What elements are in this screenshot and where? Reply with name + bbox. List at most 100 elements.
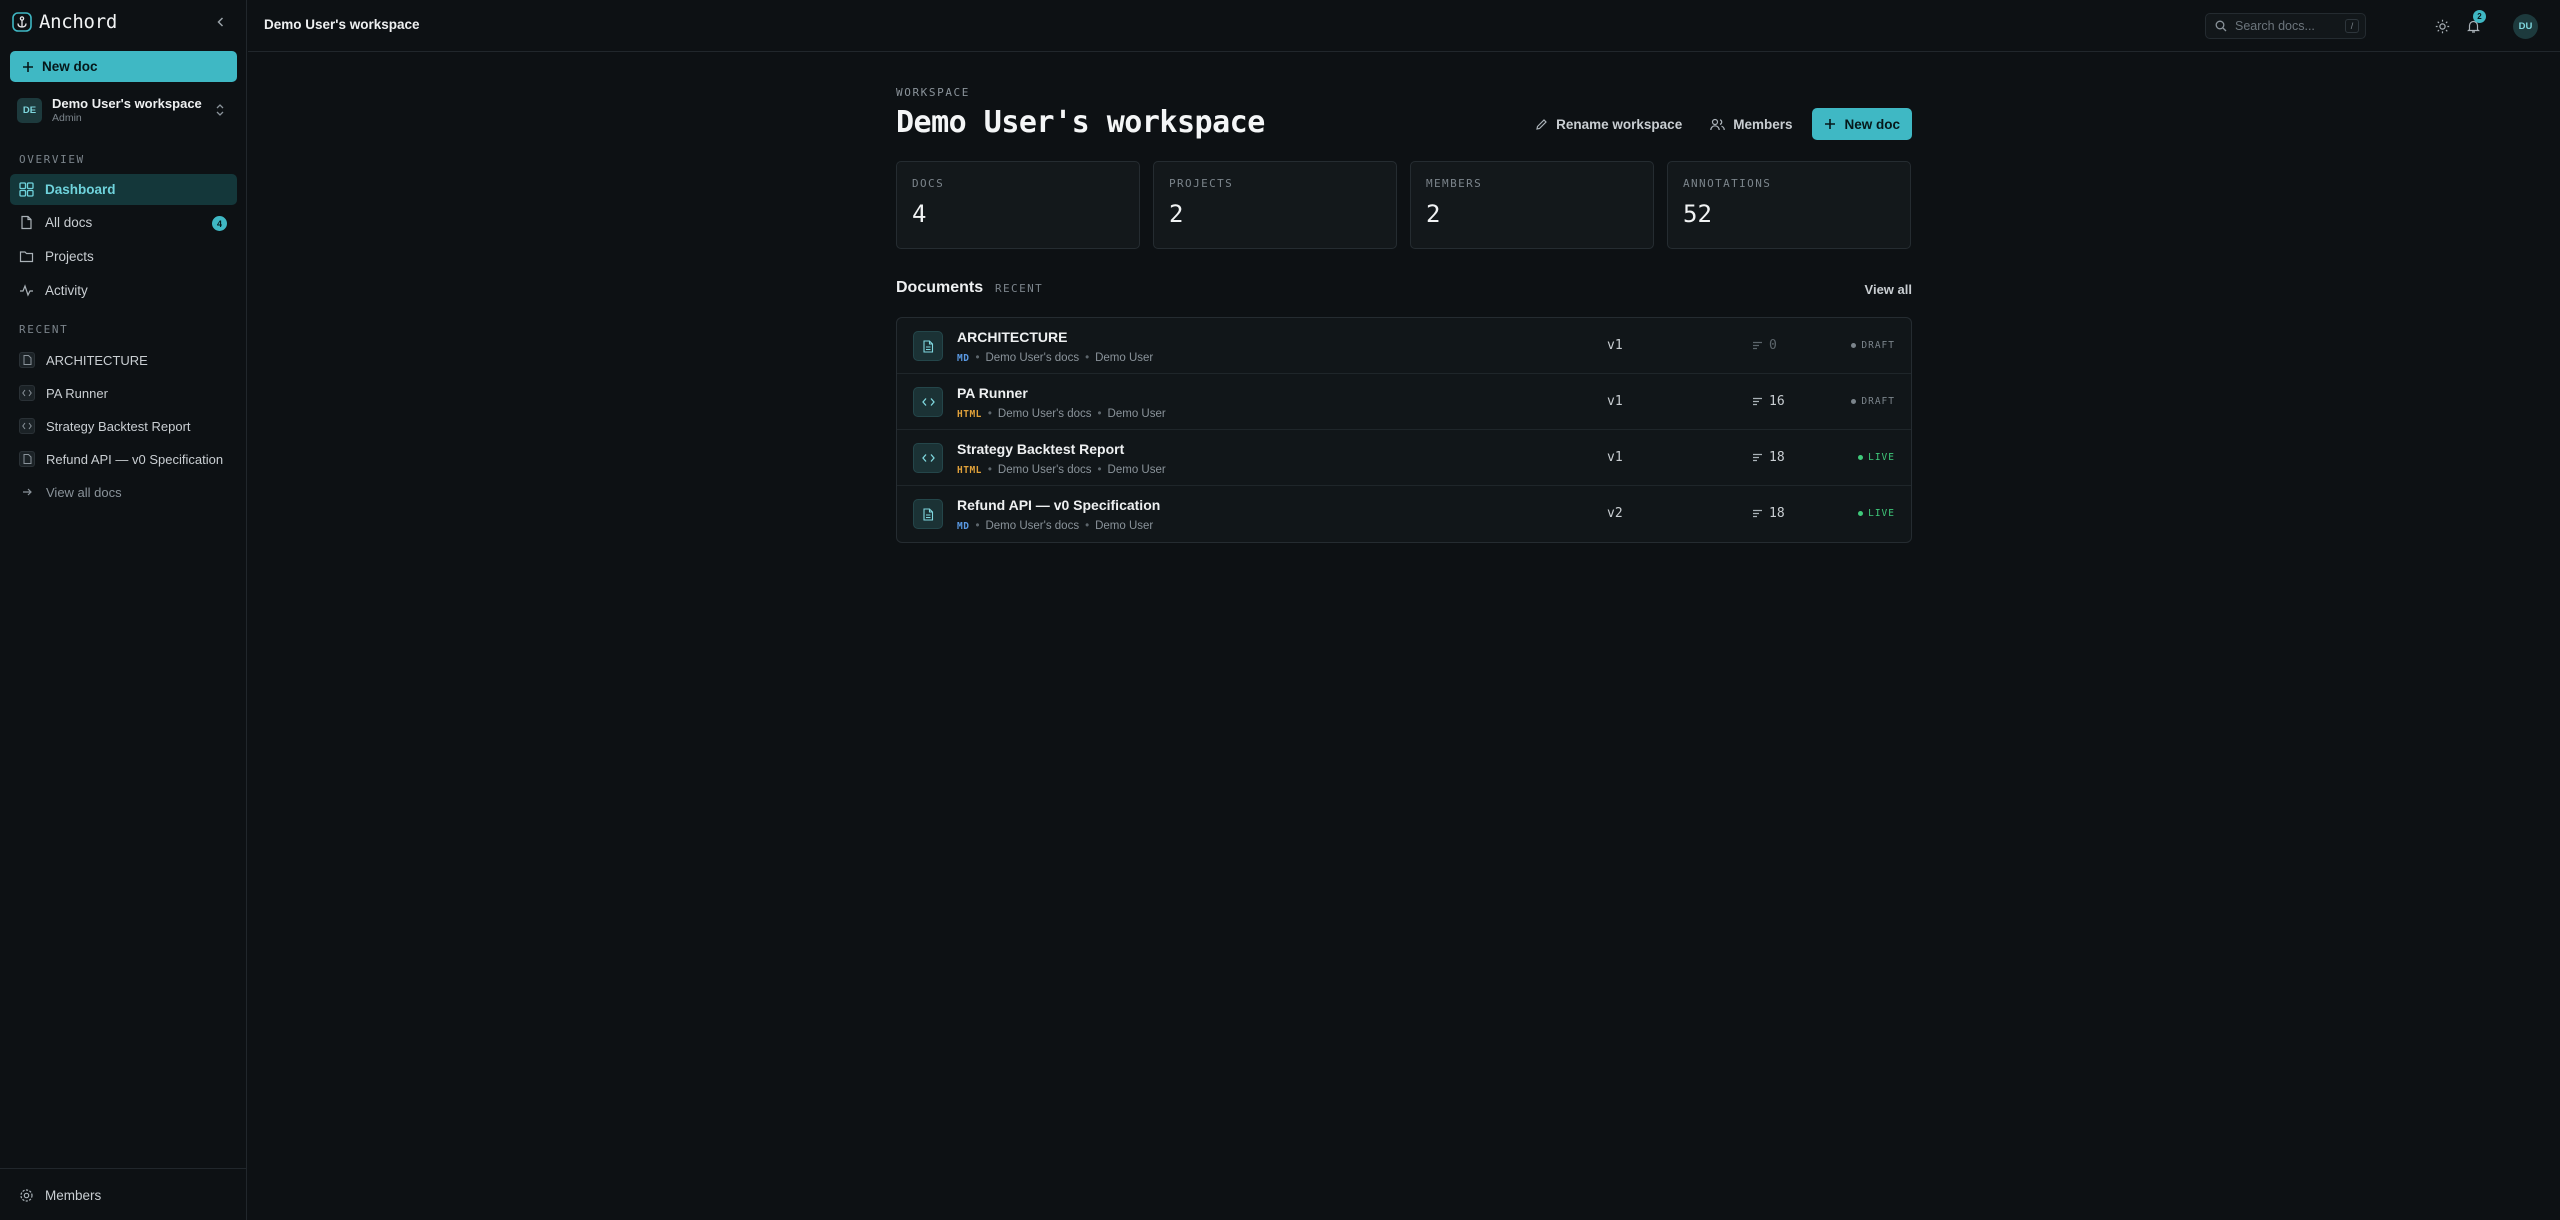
view-all-docs-label: View all docs [46, 484, 122, 500]
document-collection: Demo User's docs [997, 408, 1092, 420]
document-version: v2 [1607, 506, 1623, 521]
status-label: DRAFT [1861, 396, 1895, 407]
recent-item-pa-runner[interactable]: PA Runner [10, 379, 237, 407]
sidebar: Anchord New doc DE Demo User's workspace… [0, 0, 247, 1220]
status-label: LIVE [1868, 508, 1895, 519]
user-avatar[interactable]: DU [2513, 14, 2538, 39]
sidebar-item-members[interactable]: Members [10, 1180, 237, 1211]
sidebar-item-all-docs[interactable]: All docs 4 [10, 207, 237, 238]
plus-icon [1825, 119, 1836, 129]
separator-dot: • [1085, 352, 1090, 364]
grid-icon [19, 182, 34, 197]
document-annotations: 0 [1752, 338, 1777, 353]
search-box[interactable]: / [2205, 13, 2366, 39]
code-icon [913, 387, 943, 417]
document-name: ARCHITECTURE [957, 329, 1068, 345]
rename-workspace-button[interactable]: Rename workspace [1527, 108, 1690, 140]
notifications-button[interactable]: 2 [2463, 10, 2486, 36]
breadcrumb: Demo User's workspace [264, 17, 420, 32]
document-row-architecture[interactable]: ARCHITECTURE MD • Demo User's docs • Dem… [897, 318, 1911, 374]
code-icon [19, 418, 35, 434]
document-name: Refund API — v0 Specification [957, 497, 1161, 513]
sidebar-item-label: All docs [45, 215, 93, 230]
topbar: Demo User's workspace / 2 DU [248, 0, 2560, 52]
search-input[interactable] [2235, 19, 2345, 33]
page-title: Demo User's workspace [896, 105, 1265, 140]
stat-label: ANNOTATIONS [1683, 177, 1772, 190]
annotation-count: 18 [1769, 450, 1785, 465]
members-button[interactable]: Members [1702, 108, 1800, 140]
page-eyebrow: WORKSPACE [896, 86, 971, 99]
all-docs-count-badge: 4 [212, 216, 227, 231]
sidebar-item-label: Projects [45, 249, 94, 264]
search-icon [2215, 20, 2227, 32]
stat-card-annotations: ANNOTATIONS 52 [1667, 161, 1911, 249]
document-collection: Demo User's docs [985, 520, 1080, 532]
sidebar-item-activity[interactable]: Activity [10, 275, 237, 306]
recent-item-strategy-backtest-report[interactable]: Strategy Backtest Report [10, 412, 237, 440]
rename-workspace-label: Rename workspace [1556, 116, 1683, 132]
sidebar-item-label: Activity [45, 283, 88, 298]
brand[interactable]: Anchord [12, 10, 117, 34]
new-doc-main-label: New doc [1844, 116, 1900, 132]
new-doc-button[interactable]: New doc [10, 51, 237, 82]
sidebar-item-label: Members [45, 1188, 102, 1203]
status-dot [1851, 343, 1857, 348]
document-meta: MD • Demo User's docs • Demo User [957, 520, 1153, 532]
document-format-badge: MD [957, 352, 970, 364]
separator-dot: • [975, 352, 980, 364]
plus-icon [23, 61, 33, 72]
collapse-sidebar-button[interactable] [212, 13, 230, 31]
theme-toggle-button[interactable] [2432, 16, 2452, 36]
code-icon [913, 443, 943, 473]
annotation-lines-icon [1753, 341, 1762, 350]
chevrons-up-down-icon [216, 104, 224, 116]
document-row-strategy-backtest-report[interactable]: Strategy Backtest Report HTML • Demo Use… [897, 430, 1911, 486]
recent-item-label: Strategy Backtest Report [46, 418, 191, 434]
documents-subtitle: RECENT [995, 282, 1044, 295]
workspace-switcher[interactable]: DE Demo User's workspace Admin [10, 92, 237, 128]
activity-icon [20, 284, 33, 297]
sun-icon [2435, 19, 2449, 33]
annotation-lines-icon [1753, 453, 1762, 462]
document-row-pa-runner[interactable]: PA Runner HTML • Demo User's docs • Demo… [897, 374, 1911, 430]
recent-item-refund-api[interactable]: Refund API — v0 Specification [10, 445, 237, 473]
header-actions: Rename workspace Members New doc [1527, 108, 1912, 140]
recent-item-architecture[interactable]: ARCHITECTURE [10, 346, 237, 374]
pencil-icon [1536, 118, 1547, 130]
workspace-name: Demo User's workspace [52, 96, 202, 111]
members-label: Members [1733, 116, 1793, 132]
sidebar-item-dashboard[interactable]: Dashboard [10, 174, 237, 205]
document-format-badge: HTML [957, 464, 982, 476]
new-doc-main-button[interactable]: New doc [1812, 108, 1912, 140]
document-row-refund-api-v0-specification[interactable]: Refund API — v0 Specification MD • Demo … [897, 486, 1911, 542]
recent-heading: RECENT [19, 323, 69, 336]
document-author: Demo User [1107, 408, 1166, 420]
recent-item-label: PA Runner [46, 385, 108, 401]
view-all-docs-link[interactable]: View all docs [10, 478, 237, 506]
status-badge: LIVE [1858, 508, 1895, 519]
workspace-avatar: DE [17, 97, 42, 123]
annotation-count: 0 [1769, 338, 1777, 353]
view-all-link[interactable]: View all [1865, 282, 1912, 297]
separator-dot: • [1085, 520, 1090, 532]
recent-item-label: Refund API — v0 Specification [46, 451, 224, 467]
document-collection: Demo User's docs [985, 352, 1080, 364]
annotation-lines-icon [1753, 397, 1762, 406]
separator-dot: • [987, 408, 992, 420]
chevron-left-icon [217, 17, 224, 27]
new-doc-label: New doc [42, 59, 98, 74]
sidebar-item-projects[interactable]: Projects [10, 241, 237, 272]
status-label: LIVE [1868, 452, 1895, 463]
document-annotations: 16 [1752, 394, 1785, 409]
separator-dot: • [987, 464, 992, 476]
document-annotations: 18 [1752, 506, 1785, 521]
separator-dot: • [1097, 464, 1102, 476]
document-version: v1 [1607, 450, 1623, 465]
document-name: PA Runner [957, 385, 1028, 401]
stat-label: PROJECTS [1169, 177, 1234, 190]
annotation-lines-icon [1753, 509, 1762, 518]
annotation-count: 16 [1769, 394, 1785, 409]
document-format-badge: MD [957, 520, 970, 532]
status-dot [1851, 399, 1857, 404]
